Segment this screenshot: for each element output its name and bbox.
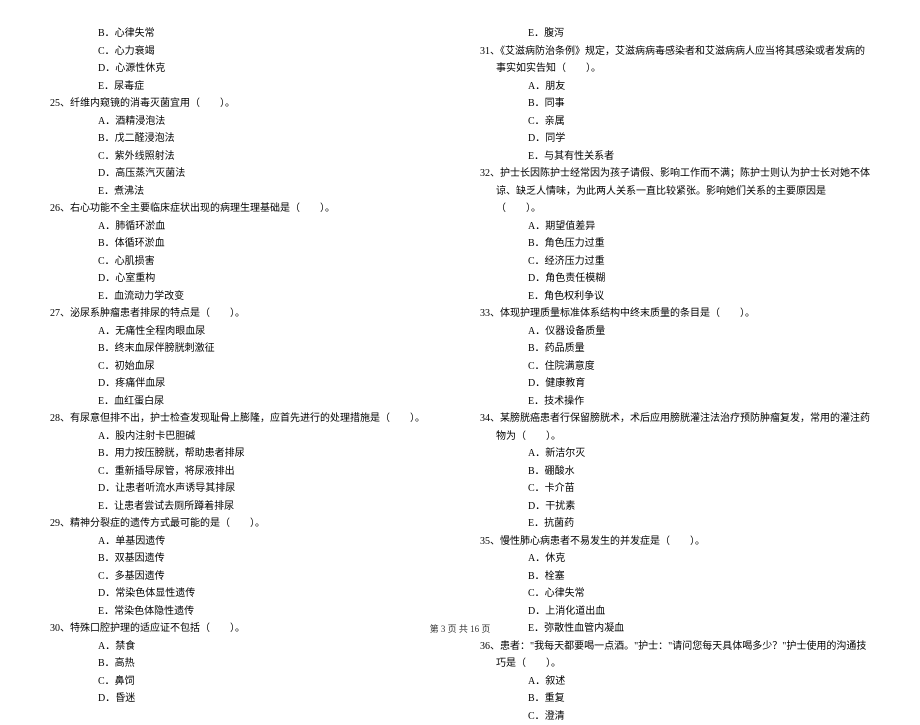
- option: A．休克: [480, 550, 870, 568]
- option: E．角色权利争议: [480, 288, 870, 306]
- option: B．硼酸水: [480, 463, 870, 481]
- option: A．朋友: [480, 78, 870, 96]
- option: D．上消化道出血: [480, 603, 870, 621]
- option: D．心源性休克: [50, 60, 440, 78]
- option: B．高热: [50, 655, 440, 673]
- option: A．禁食: [50, 638, 440, 656]
- option: B．双基因遗传: [50, 550, 440, 568]
- option: E．尿毒症: [50, 78, 440, 96]
- option: C．多基因遗传: [50, 568, 440, 586]
- option: D．让患者听流水声诱导其排尿: [50, 480, 440, 498]
- option: E．让患者尝试去厕所蹲着排尿: [50, 498, 440, 516]
- option: C．经济压力过重: [480, 253, 870, 271]
- option: C．卡介苗: [480, 480, 870, 498]
- page-content: B．心律失常 C．心力衰竭 D．心源性休克 E．尿毒症 25、纤维内窥镜的消毒灭…: [50, 25, 870, 605]
- option: D．健康教育: [480, 375, 870, 393]
- option: A．无痛性全程肉眼血尿: [50, 323, 440, 341]
- right-column: E．腹泻 31、《艾滋病防治条例》规定，艾滋病病毒感染者和艾滋病病人应当将其感染…: [480, 25, 870, 605]
- option: A．肺循环淤血: [50, 218, 440, 236]
- option: D．疼痛伴血尿: [50, 375, 440, 393]
- option: C．鼻饲: [50, 673, 440, 691]
- option: C．澄清: [480, 708, 870, 725]
- option: E．煮沸法: [50, 183, 440, 201]
- option: E．常染色体隐性遗传: [50, 603, 440, 621]
- option: B．戊二醛浸泡法: [50, 130, 440, 148]
- option: B．重复: [480, 690, 870, 708]
- option: D．昏迷: [50, 690, 440, 708]
- question-32: 32、护士长因陈护士经常因为孩子请假、影响工作而不满；陈护士则认为护士长对她不体…: [480, 165, 870, 218]
- option: C．初始血尿: [50, 358, 440, 376]
- option: C．亲属: [480, 113, 870, 131]
- option: C．心律失常: [480, 585, 870, 603]
- option: D．干扰素: [480, 498, 870, 516]
- option: D．同学: [480, 130, 870, 148]
- option: A．期望值差异: [480, 218, 870, 236]
- question-35: 35、慢性肺心病患者不易发生的并发症是（ ）。: [480, 533, 870, 551]
- question-36: 36、患者："我每天都要喝一点酒。"护士："请问您每天具体喝多少？"护士使用的沟…: [480, 638, 870, 673]
- option: D．角色责任模糊: [480, 270, 870, 288]
- question-33: 33、体现护理质量标准体系结构中终末质量的条目是（ ）。: [480, 305, 870, 323]
- option: E．与其有性关系者: [480, 148, 870, 166]
- option: E．技术操作: [480, 393, 870, 411]
- option: B．药品质量: [480, 340, 870, 358]
- left-column: B．心律失常 C．心力衰竭 D．心源性休克 E．尿毒症 25、纤维内窥镜的消毒灭…: [50, 25, 440, 605]
- question-34: 34、某膀胱癌患者行保留膀胱术，术后应用膀胱灌注法治疗预防肿瘤复发，常用的灌注药…: [480, 410, 870, 445]
- option: B．心律失常: [50, 25, 440, 43]
- option: B．栓塞: [480, 568, 870, 586]
- option: E．血流动力学改变: [50, 288, 440, 306]
- option: A．新洁尔灭: [480, 445, 870, 463]
- question-31: 31、《艾滋病防治条例》规定，艾滋病病毒感染者和艾滋病病人应当将其感染或者发病的…: [480, 43, 870, 78]
- option: C．紫外线照射法: [50, 148, 440, 166]
- option: C．住院满意度: [480, 358, 870, 376]
- option: B．角色压力过重: [480, 235, 870, 253]
- option: B．终末血尿伴膀胱刺激征: [50, 340, 440, 358]
- option: A．仪器设备质量: [480, 323, 870, 341]
- option: A．单基因遗传: [50, 533, 440, 551]
- question-27: 27、泌尿系肿瘤患者排尿的特点是（ ）。: [50, 305, 440, 323]
- option: E．腹泻: [480, 25, 870, 43]
- question-25: 25、纤维内窥镜的消毒灭菌宜用（ ）。: [50, 95, 440, 113]
- option: D．心室重构: [50, 270, 440, 288]
- question-28: 28、有尿意但排不出，护士检查发现耻骨上膨隆，应首先进行的处理措施是（ ）。: [50, 410, 440, 428]
- question-29: 29、精神分裂症的遗传方式最可能的是（ ）。: [50, 515, 440, 533]
- option: B．用力按压膀胱，帮助患者排尿: [50, 445, 440, 463]
- option: C．心力衰竭: [50, 43, 440, 61]
- option: B．同事: [480, 95, 870, 113]
- page-footer: 第 3 页 共 16 页: [0, 622, 920, 635]
- option: D．高压蒸汽灭菌法: [50, 165, 440, 183]
- option: A．酒精浸泡法: [50, 113, 440, 131]
- option: E．血红蛋白尿: [50, 393, 440, 411]
- option: C．重新插导尿管，将尿液排出: [50, 463, 440, 481]
- option: C．心肌损害: [50, 253, 440, 271]
- option: D．常染色体显性遗传: [50, 585, 440, 603]
- option: A．叙述: [480, 673, 870, 691]
- option: A．股内注射卡巴胆碱: [50, 428, 440, 446]
- option: E．抗菌药: [480, 515, 870, 533]
- question-26: 26、右心功能不全主要临床症状出现的病理生理基础是（ ）。: [50, 200, 440, 218]
- option: B．体循环淤血: [50, 235, 440, 253]
